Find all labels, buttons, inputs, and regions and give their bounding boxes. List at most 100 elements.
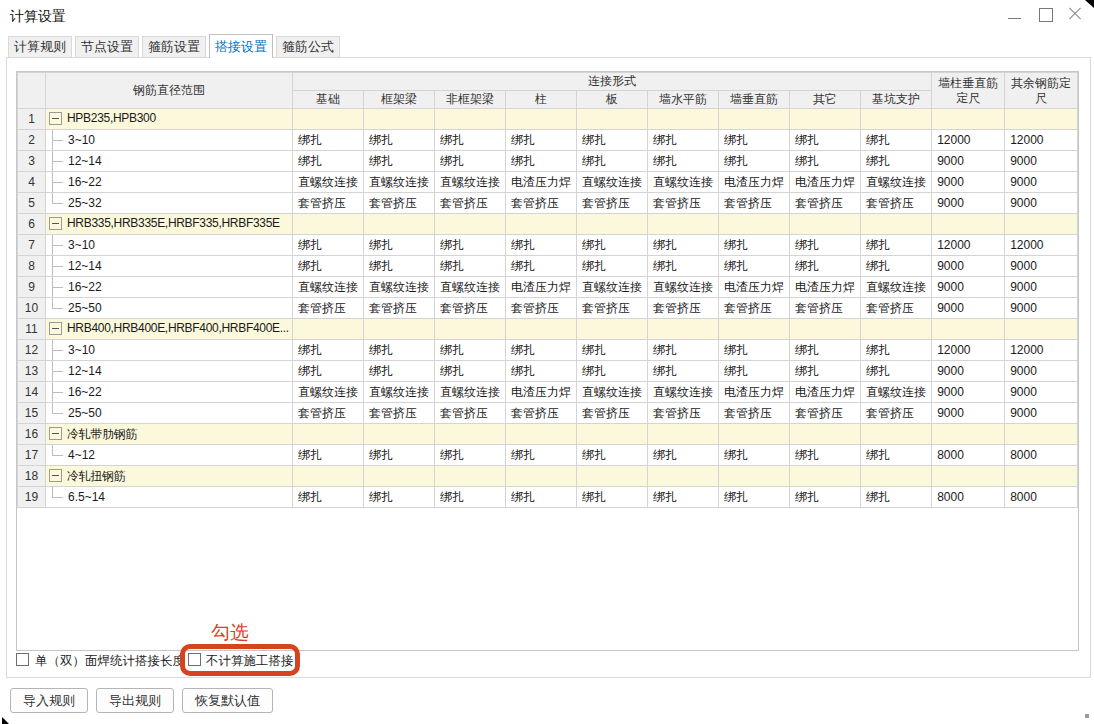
cell[interactable] bbox=[293, 214, 364, 235]
connection-cell[interactable]: 绑扎 bbox=[435, 445, 506, 466]
connection-cell[interactable]: 电渣压力焊 bbox=[506, 172, 577, 193]
row-number[interactable]: 10 bbox=[18, 298, 46, 319]
cell[interactable] bbox=[1005, 466, 1078, 487]
size-cell[interactable]: 9000 bbox=[932, 151, 1005, 172]
connection-cell[interactable]: 套管挤压 bbox=[293, 403, 364, 424]
connection-cell[interactable]: 绑扎 bbox=[790, 256, 861, 277]
connection-cell[interactable]: 电渣压力焊 bbox=[790, 382, 861, 403]
cell[interactable] bbox=[506, 466, 577, 487]
cell[interactable] bbox=[719, 424, 790, 445]
diameter-range-cell[interactable]: 12~14 bbox=[46, 151, 293, 172]
connection-cell[interactable]: 绑扎 bbox=[648, 130, 719, 151]
connection-cell[interactable]: 绑扎 bbox=[577, 487, 648, 508]
export-rules-button[interactable]: 导出规则 bbox=[96, 688, 174, 713]
size-cell[interactable]: 8000 bbox=[932, 445, 1005, 466]
row-number[interactable]: 6 bbox=[18, 214, 46, 235]
connection-cell[interactable]: 直螺纹连接 bbox=[577, 277, 648, 298]
row-number[interactable]: 2 bbox=[18, 130, 46, 151]
connection-cell[interactable]: 绑扎 bbox=[364, 487, 435, 508]
connection-cell[interactable]: 绑扎 bbox=[293, 361, 364, 382]
row-number[interactable]: 18 bbox=[18, 466, 46, 487]
connection-cell[interactable]: 绑扎 bbox=[577, 151, 648, 172]
cell[interactable] bbox=[435, 466, 506, 487]
size-cell[interactable]: 9000 bbox=[932, 256, 1005, 277]
connection-cell[interactable]: 绑扎 bbox=[435, 256, 506, 277]
connection-cell[interactable]: 套管挤压 bbox=[435, 403, 506, 424]
connection-cell[interactable]: 绑扎 bbox=[293, 235, 364, 256]
connection-cell[interactable]: 绑扎 bbox=[861, 445, 932, 466]
connection-cell[interactable]: 绑扎 bbox=[719, 487, 790, 508]
connection-cell[interactable]: 直螺纹连接 bbox=[293, 382, 364, 403]
cell[interactable] bbox=[861, 109, 932, 130]
diameter-range-cell[interactable]: 12~14 bbox=[46, 256, 293, 277]
collapse-icon[interactable] bbox=[49, 427, 62, 440]
size-cell[interactable]: 12000 bbox=[1005, 235, 1078, 256]
size-cell[interactable]: 9000 bbox=[1005, 403, 1078, 424]
size-cell[interactable]: 9000 bbox=[1005, 256, 1078, 277]
connection-cell[interactable]: 电渣压力焊 bbox=[719, 172, 790, 193]
connection-cell[interactable]: 电渣压力焊 bbox=[506, 277, 577, 298]
connection-cell[interactable]: 套管挤压 bbox=[364, 193, 435, 214]
row-number[interactable]: 3 bbox=[18, 151, 46, 172]
cell[interactable] bbox=[719, 109, 790, 130]
connection-cell[interactable]: 绑扎 bbox=[293, 487, 364, 508]
diameter-range-cell[interactable]: HRB335,HRB335E,HRBF335,HRBF335E bbox=[46, 214, 293, 235]
size-cell[interactable]: 9000 bbox=[1005, 382, 1078, 403]
size-cell[interactable]: 12000 bbox=[1005, 340, 1078, 361]
connection-cell[interactable]: 套管挤压 bbox=[293, 298, 364, 319]
connection-cell[interactable]: 绑扎 bbox=[648, 445, 719, 466]
cell[interactable] bbox=[861, 214, 932, 235]
connection-cell[interactable]: 直螺纹连接 bbox=[364, 277, 435, 298]
connection-cell[interactable]: 绑扎 bbox=[435, 340, 506, 361]
cell[interactable] bbox=[790, 424, 861, 445]
size-cell[interactable]: 12000 bbox=[1005, 130, 1078, 151]
cell[interactable] bbox=[364, 214, 435, 235]
connection-cell[interactable]: 绑扎 bbox=[506, 235, 577, 256]
cell[interactable] bbox=[435, 109, 506, 130]
connection-cell[interactable]: 直螺纹连接 bbox=[435, 172, 506, 193]
cell[interactable] bbox=[435, 319, 506, 340]
row-number[interactable]: 11 bbox=[18, 319, 46, 340]
connection-cell[interactable]: 绑扎 bbox=[648, 361, 719, 382]
collapse-icon[interactable] bbox=[49, 217, 62, 230]
cell[interactable] bbox=[577, 319, 648, 340]
import-rules-button[interactable]: 导入规则 bbox=[10, 688, 88, 713]
checkbox-weld-splice-length[interactable] bbox=[16, 653, 29, 666]
cell[interactable] bbox=[364, 424, 435, 445]
size-cell[interactable]: 9000 bbox=[932, 193, 1005, 214]
row-number[interactable]: 19 bbox=[18, 487, 46, 508]
size-cell[interactable]: 9000 bbox=[932, 298, 1005, 319]
size-cell[interactable]: 9000 bbox=[1005, 193, 1078, 214]
size-cell[interactable]: 9000 bbox=[1005, 151, 1078, 172]
diameter-range-cell[interactable]: 25~32 bbox=[46, 193, 293, 214]
cell[interactable] bbox=[577, 424, 648, 445]
connection-cell[interactable]: 绑扎 bbox=[861, 340, 932, 361]
connection-cell[interactable]: 直螺纹连接 bbox=[648, 172, 719, 193]
connection-cell[interactable]: 绑扎 bbox=[861, 235, 932, 256]
cell[interactable] bbox=[1005, 109, 1078, 130]
size-cell[interactable]: 8000 bbox=[932, 487, 1005, 508]
connection-cell[interactable]: 绑扎 bbox=[648, 340, 719, 361]
cell[interactable] bbox=[861, 424, 932, 445]
connection-cell[interactable]: 绑扎 bbox=[506, 361, 577, 382]
cell[interactable] bbox=[719, 466, 790, 487]
cell[interactable] bbox=[364, 466, 435, 487]
diameter-range-cell[interactable]: 16~22 bbox=[46, 277, 293, 298]
connection-cell[interactable]: 绑扎 bbox=[719, 151, 790, 172]
minimize-button[interactable] bbox=[1000, 0, 1030, 30]
cell[interactable] bbox=[293, 109, 364, 130]
cell[interactable] bbox=[648, 109, 719, 130]
cell[interactable] bbox=[435, 214, 506, 235]
connection-cell[interactable]: 绑扎 bbox=[506, 256, 577, 277]
connection-cell[interactable]: 直螺纹连接 bbox=[293, 172, 364, 193]
row-number[interactable]: 14 bbox=[18, 382, 46, 403]
connection-cell[interactable]: 绑扎 bbox=[648, 256, 719, 277]
cell[interactable] bbox=[719, 319, 790, 340]
size-cell[interactable]: 9000 bbox=[932, 403, 1005, 424]
diameter-range-cell[interactable]: 6.5~14 bbox=[46, 487, 293, 508]
cell[interactable] bbox=[932, 109, 1005, 130]
connection-cell[interactable]: 套管挤压 bbox=[790, 193, 861, 214]
connection-cell[interactable]: 绑扎 bbox=[790, 445, 861, 466]
cell[interactable] bbox=[790, 214, 861, 235]
diameter-range-cell[interactable]: 16~22 bbox=[46, 382, 293, 403]
